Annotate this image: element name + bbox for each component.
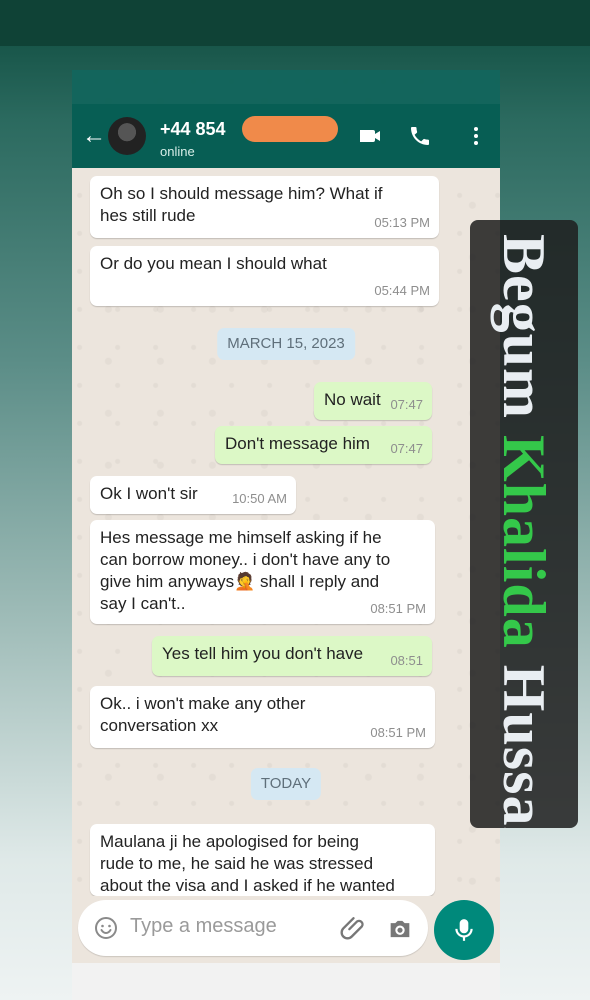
redaction-mask [242,116,338,142]
message-time: 07:47 [390,441,423,456]
whatsapp-chat-screen: ← +44 854 online Oh so I should message … [72,70,500,1000]
chat-header: ← +44 854 online [72,104,500,168]
message-time: 05:44 PM [374,283,430,298]
message-outgoing[interactable]: Don't message him 07:47 [215,426,432,464]
camera-icon[interactable] [386,915,414,943]
back-arrow-icon[interactable]: ← [82,122,106,150]
emoji-icon[interactable] [94,916,118,940]
mic-button[interactable] [434,900,494,960]
message-incoming[interactable]: Ok I won't sir 10:50 AM [90,476,296,514]
message-incoming[interactable]: Oh so I should message him? What if hes … [90,176,439,238]
message-incoming[interactable]: Or do you mean I should what 05:44 PM [90,246,439,306]
message-outgoing[interactable]: Yes tell him you don't have 08:51 [152,636,432,676]
message-incoming[interactable]: Hes message me himself asking if he can … [90,520,435,624]
call-icon[interactable] [408,124,432,148]
message-incoming[interactable]: Ok.. i won't make any other conversation… [90,686,435,748]
watermark-khalida: Khalida [491,435,557,665]
message-outgoing[interactable]: No wait 07:47 [314,382,432,420]
menu-icon[interactable] [464,124,488,148]
message-list: Oh so I should message him? What if hes … [72,168,500,896]
message-time: 08:51 PM [370,725,426,740]
bottom-navigation-area [72,963,500,1000]
message-text: Maulana ji he apologised for being rude … [100,832,395,895]
date-separator: TODAY [250,768,322,800]
message-incoming[interactable]: Maulana ji he apologised for being rude … [90,824,435,896]
watermark-hussain: Hussain [491,664,557,828]
watermark-begum: Begum [491,234,557,435]
message-time: 07:47 [390,397,423,412]
message-time: 05:13 PM [374,215,430,230]
video-icon[interactable] [358,124,382,148]
contact-phone-number[interactable]: +44 854 [160,119,226,140]
message-text: Or do you mean I should what [100,254,327,273]
status-bar [72,70,500,104]
top-band [0,0,590,46]
contact-status: online [160,144,195,159]
message-text: Yes tell him you don't have [162,644,364,663]
message-time: 10:50 AM [232,491,287,506]
attach-icon[interactable] [340,914,368,942]
message-input-field[interactable]: Type a message [78,900,428,956]
message-time: 08:51 [390,653,423,668]
message-time: 08:51 PM [370,601,426,616]
message-input-placeholder[interactable]: Type a message [130,915,277,938]
date-separator: MARCH 15, 2023 [217,328,355,360]
avatar-icon[interactable] [108,117,146,155]
watermark-text: Begum Khalida Hussain [491,234,557,828]
mic-icon [455,919,473,941]
watermark-panel: Begum Khalida Hussain [470,220,578,828]
